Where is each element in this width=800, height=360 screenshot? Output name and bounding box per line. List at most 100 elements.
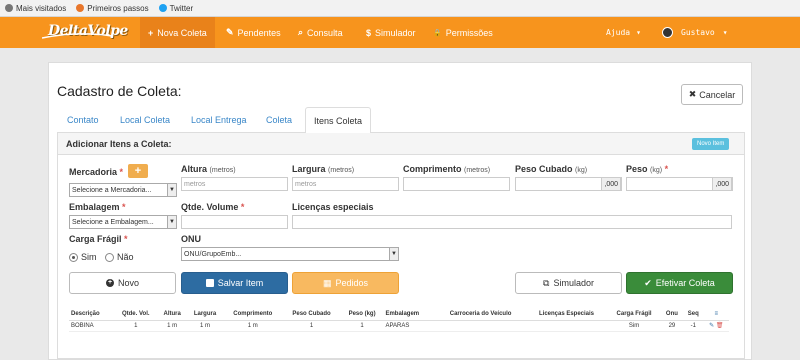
efetivar-coleta-button[interactable]: ✔ Efetivar Coleta xyxy=(626,272,733,294)
items-panel: Adicionar Itens a Coleta: Novo Item Merc… xyxy=(57,133,745,359)
table-row: BOBINA 1 1 m 1 m 1 m 1 1 APARAS Sim 29 -… xyxy=(69,320,729,332)
comprimento-input[interactable] xyxy=(403,177,510,191)
trash-icon[interactable]: 🗑 xyxy=(716,323,724,329)
peso-cubado-input[interactable]: ,000 xyxy=(515,177,622,191)
cancel-button[interactable]: ✖ Cancelar xyxy=(681,84,743,105)
page-title: Cadastro de Coleta: xyxy=(57,83,182,99)
user-name: Gustavo xyxy=(681,28,715,37)
cell-descricao: BOBINA xyxy=(69,320,115,332)
gear-icon xyxy=(5,4,13,12)
col-onu: Onu xyxy=(660,309,683,321)
check-icon: ✔ xyxy=(644,277,652,288)
caret-down-icon: ▾ xyxy=(636,28,641,37)
table-header-row: Descrição Qtde. Vol. Altura Largura Comp… xyxy=(69,309,729,321)
tab-coleta[interactable]: Coleta xyxy=(258,107,300,133)
simulador-button[interactable]: ⧉ Simulador xyxy=(515,272,622,294)
carga-fragil-nao[interactable]: Não xyxy=(105,252,134,262)
nav-consulta[interactable]: ⌕ Consulta xyxy=(290,17,351,48)
qtde-volume-label: Qtde. Volume * xyxy=(181,202,245,212)
search-icon: ⌕ xyxy=(298,27,304,37)
list-icon: ≡ xyxy=(714,311,719,318)
nav-label: Permissões xyxy=(445,27,493,38)
edit-icon: ✎ xyxy=(226,27,234,37)
lock-icon: 🔒 xyxy=(433,29,442,37)
nav-label: Pendentes xyxy=(237,27,281,38)
cell-onu: 29 xyxy=(660,320,683,332)
external-link-icon: ⧉ xyxy=(543,277,550,288)
peso-cubado-suffix: ,000 xyxy=(601,177,621,191)
items-table: Descrição Qtde. Vol. Altura Largura Comp… xyxy=(69,309,729,332)
licencas-input[interactable] xyxy=(292,215,732,229)
tab-contato[interactable]: Contato xyxy=(59,107,107,133)
altura-input[interactable]: metros xyxy=(181,177,288,191)
col-licencas: Licenças Especiais xyxy=(525,309,608,321)
mercadoria-select[interactable]: Selecione a Mercadoria... ▼ xyxy=(69,183,177,197)
cell-qtde-vol: 1 xyxy=(114,320,158,332)
col-altura: Altura xyxy=(157,309,187,321)
help-label: Ajuda xyxy=(606,28,631,37)
carga-fragil-label: Carga Frágil * xyxy=(69,234,128,244)
embalagem-label: Embalagem * xyxy=(69,202,126,212)
novo-button[interactable]: + Novo xyxy=(69,272,176,294)
chevron-down-icon: ▼ xyxy=(167,216,176,228)
panel-title: Adicionar Itens a Coleta: xyxy=(66,139,172,149)
embalagem-select[interactable]: Selecione a Embalagem... ▼ xyxy=(69,215,177,229)
dollar-icon: $ xyxy=(366,27,372,38)
cell-seq: -1 xyxy=(682,320,704,332)
bookmark-twitter[interactable]: Twitter xyxy=(158,4,193,13)
nav-label: Nova Coleta xyxy=(157,27,207,38)
nav-permissoes[interactable]: 🔒 Permissões xyxy=(425,17,501,48)
add-mercadoria-button[interactable]: + xyxy=(128,164,148,178)
firefox-icon xyxy=(76,4,85,12)
mercadoria-label: Mercadoria * xyxy=(69,167,124,177)
salvar-item-button[interactable]: Salvar Item xyxy=(181,272,288,294)
chevron-down-icon: ▼ xyxy=(167,184,176,196)
panel-header: Adicionar Itens a Coleta: Novo Item xyxy=(58,133,744,155)
plus-icon: + xyxy=(148,27,154,38)
largura-input[interactable]: metros xyxy=(292,177,399,191)
nav-label: Consulta xyxy=(307,27,343,38)
cancel-label: Cancelar xyxy=(699,89,736,100)
bookmark-mais-visitados[interactable]: Mais visitados xyxy=(5,4,66,13)
brand-logo[interactable]: DeltaVolpe xyxy=(42,23,128,39)
tab-local-coleta[interactable]: Local Coleta xyxy=(112,107,178,133)
altura-label: Altura (metros) xyxy=(181,164,236,174)
top-navbar: DeltaVolpe + Nova Coleta ✎ Pendentes ⌕ C… xyxy=(0,17,800,48)
logo-swoosh-icon xyxy=(42,33,112,39)
tab-itens-coleta[interactable]: Itens Coleta xyxy=(305,107,372,134)
cell-peso-cubado: 1 xyxy=(282,320,341,332)
peso-input[interactable]: ,000 xyxy=(626,177,733,191)
plus-circle-icon: + xyxy=(105,279,114,287)
nav-nova-coleta[interactable]: + Nova Coleta xyxy=(140,17,215,48)
cell-carroceria xyxy=(435,320,526,332)
onu-select[interactable]: ONU/GrupoEmb... ▼ xyxy=(181,247,399,261)
tab-bar: Contato Local Coleta Local Entrega Colet… xyxy=(57,107,745,134)
nav-pendentes[interactable]: ✎ Pendentes xyxy=(218,17,289,48)
cell-actions: ✎ 🗑 xyxy=(703,320,729,332)
pedidos-button[interactable]: ▦ Pedidos xyxy=(292,272,399,294)
nav-label: Simulador xyxy=(375,27,416,38)
col-peso-cubado: Peso Cubado xyxy=(282,309,341,321)
nav-simulador[interactable]: $ Simulador xyxy=(358,17,424,48)
radio-icon xyxy=(105,252,114,262)
tab-local-entrega[interactable]: Local Entrega xyxy=(183,107,255,133)
qtde-volume-input[interactable] xyxy=(181,215,288,229)
largura-label: Largura (metros) xyxy=(292,164,355,174)
bookmark-primeiros-passos[interactable]: Primeiros passos xyxy=(76,4,149,13)
cell-carga-fragil: Sim xyxy=(607,320,661,332)
col-comprimento: Comprimento xyxy=(223,309,283,321)
help-menu[interactable]: Ajuda ▾ xyxy=(606,17,641,48)
user-menu[interactable]: Gustavo ▾ xyxy=(662,17,728,48)
col-embalagem: Embalagem xyxy=(383,309,436,321)
save-icon xyxy=(205,279,214,287)
bookmarks-bar: Mais visitados Primeiros passos Twitter xyxy=(0,0,800,17)
radio-label: Não xyxy=(117,252,134,262)
new-item-button[interactable]: Novo Item xyxy=(692,138,730,150)
edit-icon[interactable]: ✎ xyxy=(709,323,714,329)
col-peso: Peso (kg) xyxy=(340,309,384,321)
col-qtde-vol: Qtde. Vol. xyxy=(114,309,158,321)
onu-label: ONU xyxy=(181,234,201,244)
twitter-icon xyxy=(158,4,167,12)
licencas-label: Licenças especiais xyxy=(292,202,374,212)
carga-fragil-sim[interactable]: Sim xyxy=(69,252,97,262)
